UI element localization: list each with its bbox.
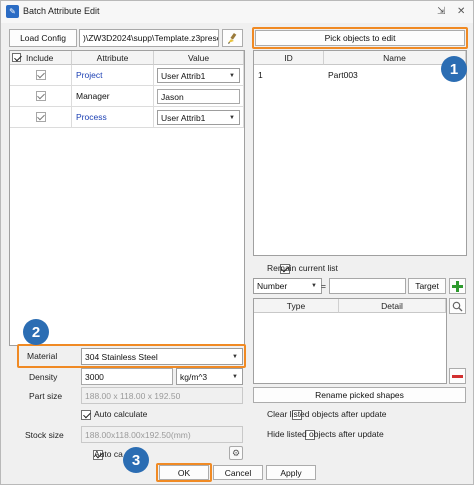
value-text: User Attrib1: [161, 70, 206, 81]
stock-size-field: 188.00x118.00x192.50(mm): [81, 426, 243, 443]
auto-calculate-label: Auto calculate: [94, 409, 148, 419]
material-label: Material: [27, 351, 58, 361]
include-all-checkbox[interactable]: [12, 52, 21, 62]
step-badge-1: 1: [441, 56, 467, 82]
step-badge-2: 2: [23, 319, 49, 345]
target-button[interactable]: Target: [408, 278, 446, 294]
attribute-table: Include Attribute Value Project User Att…: [9, 50, 245, 346]
attribute-header[interactable]: Attribute: [72, 51, 154, 65]
cancel-button[interactable]: Cancel: [213, 465, 263, 480]
chevron-down-icon[interactable]: ▼: [232, 374, 238, 380]
load-config-button[interactable]: Load Config: [9, 29, 77, 47]
density-unit-dropdown[interactable]: kg/m^3 ▼: [176, 368, 243, 385]
material-value: 304 Stainless Steel: [85, 351, 158, 362]
attribute-name: Manager: [76, 91, 110, 101]
filter-field-value: Number: [257, 281, 288, 291]
chevron-down-icon[interactable]: ▼: [232, 354, 238, 360]
table-row-attribute: Process: [72, 107, 154, 128]
table-row-include: [10, 86, 72, 107]
title-bar: ✎ Batch Attribute Edit ⇲ ✕: [1, 1, 473, 23]
table-row-value: Jason: [154, 86, 244, 107]
search-icon[interactable]: [449, 298, 466, 314]
detail-header[interactable]: Detail: [339, 299, 446, 313]
include-checkbox[interactable]: [35, 70, 46, 80]
part-size-field: 188.00 x 118.00 x 192.50: [81, 387, 243, 404]
density-label: Density: [29, 372, 58, 382]
table-row-value: User Attrib1 ▼: [154, 65, 244, 86]
value-text: User Attrib1: [161, 112, 206, 123]
table-row-value: User Attrib1 ▼: [154, 107, 244, 128]
table-row-id[interactable]: 1: [254, 65, 324, 85]
filter-operator: =: [321, 281, 326, 291]
apply-button[interactable]: Apply: [266, 465, 316, 480]
pin-icon[interactable]: ⇲: [437, 6, 445, 17]
config-path-field[interactable]: )\ZW3D2024\supp\Template.z3preset: [79, 29, 219, 47]
include-checkbox[interactable]: [35, 112, 46, 122]
type-detail-table: Type Detail: [253, 298, 447, 384]
filter-value-input[interactable]: [329, 278, 406, 294]
table-row-attribute: Project: [72, 65, 154, 86]
close-icon[interactable]: ✕: [457, 6, 465, 17]
hide-list-label: Hide listed objects after update: [267, 429, 384, 439]
value-combo[interactable]: User Attrib1 ▼: [157, 110, 240, 125]
remove-icon[interactable]: [449, 368, 466, 384]
part-size-label: Part size: [29, 391, 63, 401]
auto-calculate-stock-label: Auto ca: [94, 449, 123, 459]
table-row-include: [10, 65, 72, 86]
chevron-down-icon[interactable]: ▼: [311, 283, 317, 289]
chevron-down-icon[interactable]: ▼: [229, 73, 235, 79]
rename-shapes-button[interactable]: Rename picked shapes: [253, 387, 466, 403]
remain-list-label: Remain current list: [267, 263, 338, 273]
app-icon: ✎: [6, 5, 19, 18]
material-dropdown[interactable]: 304 Stainless Steel ▼: [81, 348, 243, 365]
density-unit-value: kg/m^3: [180, 371, 208, 382]
gear-icon[interactable]: ⚙: [229, 446, 243, 460]
include-header[interactable]: Include: [10, 51, 72, 65]
value-combo[interactable]: User Attrib1 ▼: [157, 68, 240, 83]
batch-attribute-edit-window: ✎ Batch Attribute Edit ⇲ ✕ Load Config )…: [0, 0, 474, 485]
filter-field-dropdown[interactable]: Number ▼: [253, 278, 322, 294]
chevron-down-icon[interactable]: ▼: [229, 115, 235, 121]
density-input[interactable]: 3000: [81, 368, 173, 385]
step-badge-3: 3: [123, 447, 149, 473]
type-header[interactable]: Type: [254, 299, 339, 313]
attribute-name: Project: [76, 70, 103, 80]
include-header-label: Include: [26, 52, 54, 63]
table-row-attribute: Manager: [72, 86, 154, 107]
window-title: Batch Attribute Edit: [23, 6, 100, 16]
add-icon[interactable]: [449, 278, 466, 294]
stock-size-label: Stock size: [25, 430, 64, 440]
table-row-include: [10, 107, 72, 128]
value-field[interactable]: Jason: [157, 89, 240, 104]
ok-button[interactable]: OK: [159, 465, 209, 480]
include-checkbox[interactable]: [35, 91, 46, 101]
paintbrush-icon[interactable]: [222, 29, 243, 47]
value-header[interactable]: Value: [154, 51, 244, 65]
id-header[interactable]: ID: [254, 51, 324, 65]
objects-table: ID Name 1 Part003: [253, 50, 467, 256]
auto-calculate-checkbox[interactable]: [81, 409, 91, 420]
clear-list-label: Clear listed objects after update: [267, 409, 387, 419]
pick-objects-button[interactable]: Pick objects to edit: [255, 30, 465, 46]
attribute-name: Process: [76, 112, 107, 122]
